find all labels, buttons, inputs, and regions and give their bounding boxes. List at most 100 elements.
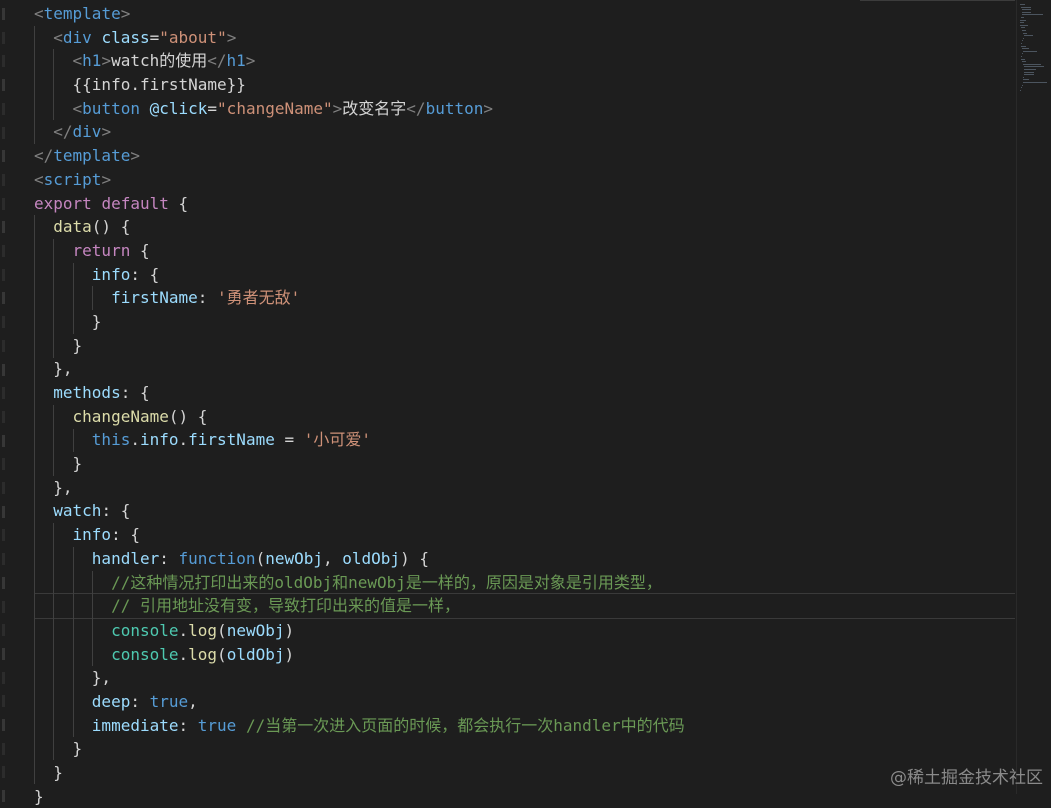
gutter-mark — [2, 316, 5, 329]
code-token: handler — [91, 548, 160, 568]
code-token: data — [53, 217, 92, 237]
code-line[interactable]: return { — [34, 239, 1015, 263]
code-token: > — [332, 98, 343, 118]
code-line[interactable]: } — [34, 334, 1015, 358]
code-line[interactable]: handler: function(newObj, oldObj) { — [34, 547, 1015, 571]
code-token: ( — [217, 620, 227, 640]
code-token: } — [91, 311, 102, 331]
code-line[interactable]: <div class="about"> — [34, 26, 1015, 50]
code-line[interactable]: methods: { — [34, 381, 1015, 405]
code-token: 改变名字 — [342, 98, 407, 118]
code-token: < — [53, 27, 63, 47]
code-line[interactable]: console.log(oldObj) — [34, 643, 1015, 667]
code-token: @click — [149, 98, 208, 118]
code-token: {{info.firstName}} — [72, 75, 246, 95]
gutter-mark — [2, 576, 5, 589]
code-line[interactable]: this.info.firstName = '小可爱' — [34, 428, 1015, 452]
code-line[interactable]: } — [34, 737, 1015, 761]
code-line[interactable]: } — [34, 761, 1015, 785]
minimap-line — [1021, 58, 1025, 60]
code-line[interactable]: // 引用地址没有变，导致打印出来的值是一样， — [34, 593, 1015, 619]
minimap-line — [1021, 6, 1031, 8]
code-line[interactable]: </div> — [34, 120, 1015, 144]
gutter-mark — [2, 742, 5, 755]
code-line[interactable]: <template> — [34, 2, 1015, 26]
gutter-mark — [2, 553, 5, 566]
code-line[interactable]: watch: { — [34, 499, 1015, 523]
code-line[interactable]: firstName: '勇者无敌' — [34, 286, 1015, 310]
code-token: default — [101, 193, 169, 213]
code-token: } — [34, 786, 44, 806]
gutter-mark — [2, 387, 5, 400]
code-line[interactable]: }, — [34, 357, 1015, 381]
editor-gutter — [0, 0, 30, 803]
gutter-mark — [2, 410, 5, 423]
minimap-line — [1022, 53, 1023, 55]
code-line[interactable]: <button @click="changeName">改变名字</button… — [34, 97, 1015, 121]
code-line[interactable]: </template> — [34, 144, 1015, 168]
code-line[interactable]: info: { — [34, 263, 1015, 287]
code-token: } — [72, 335, 83, 355]
code-line[interactable]: } — [34, 452, 1015, 476]
code-line[interactable]: //这种情况打印出来的oldObj和newObj是一样的，原因是对象是引用类型， — [34, 571, 1015, 595]
code-line[interactable]: }, — [34, 476, 1015, 500]
code-line[interactable]: changeName() { — [34, 405, 1015, 429]
code-line[interactable]: } — [34, 785, 1015, 808]
code-token: firstName — [188, 430, 275, 450]
code-token: > — [101, 169, 112, 189]
code-token: </ — [207, 51, 227, 71]
code-token: true — [197, 715, 237, 735]
code-editor[interactable]: <template> <div class="about"> <h1>watch… — [34, 2, 1015, 806]
code-token: button — [82, 98, 140, 118]
code-line[interactable]: {{info.firstName}} — [34, 73, 1015, 97]
code-token: template — [53, 146, 131, 166]
code-line[interactable]: <h1>watch的使用</h1> — [34, 49, 1015, 73]
minimap-line — [1024, 35, 1033, 37]
gutter-mark — [2, 79, 5, 92]
code-token: { — [168, 193, 189, 213]
code-token: export — [34, 193, 92, 213]
code-token: < — [72, 98, 83, 118]
code-line[interactable]: console.log(newObj) — [34, 619, 1015, 643]
code-token: = — [207, 98, 218, 118]
minimap-line — [1022, 11, 1031, 13]
minimap[interactable] — [1016, 0, 1051, 794]
code-line[interactable]: }, — [34, 666, 1015, 690]
minimap-line — [1022, 40, 1023, 42]
code-token: : { — [120, 383, 150, 402]
code-token: template — [43, 4, 121, 23]
code-token: //这种情况打印出来的oldObj和newObj是一样的，原因是对象是引用类型， — [111, 572, 662, 592]
code-line[interactable]: } — [34, 310, 1015, 334]
gutter-mark — [2, 292, 5, 305]
code-token: > — [101, 122, 112, 142]
code-line[interactable]: <script> — [34, 168, 1015, 192]
code-token: > — [130, 146, 140, 166]
code-line[interactable]: data() { — [34, 215, 1015, 239]
code-token: < — [72, 51, 83, 71]
minimap-line — [1023, 79, 1029, 81]
code-token: console — [111, 644, 179, 664]
code-token: . — [178, 430, 189, 450]
code-token: > — [245, 51, 256, 71]
code-line[interactable]: deep: true, — [34, 690, 1015, 714]
minimap-line — [1020, 4, 1025, 5]
code-line[interactable]: immediate: true //当第一次进入页面的时候，都会执行一次hand… — [34, 714, 1015, 738]
indent-guide — [72, 262, 74, 334]
gutter-mark — [2, 624, 5, 637]
code-token: oldObj — [226, 644, 285, 664]
gutter-mark — [2, 505, 5, 518]
code-token: < — [34, 169, 44, 189]
indent-guide — [72, 428, 74, 453]
gutter-mark — [2, 55, 5, 68]
minimap-line — [1022, 14, 1043, 16]
code-line[interactable]: export default { — [34, 192, 1015, 216]
indent-guide — [72, 547, 74, 737]
code-token: '勇者无敌' — [217, 288, 301, 308]
code-line[interactable]: info: { — [34, 523, 1015, 547]
code-token: () { — [91, 217, 131, 237]
code-token: }, — [53, 477, 73, 497]
